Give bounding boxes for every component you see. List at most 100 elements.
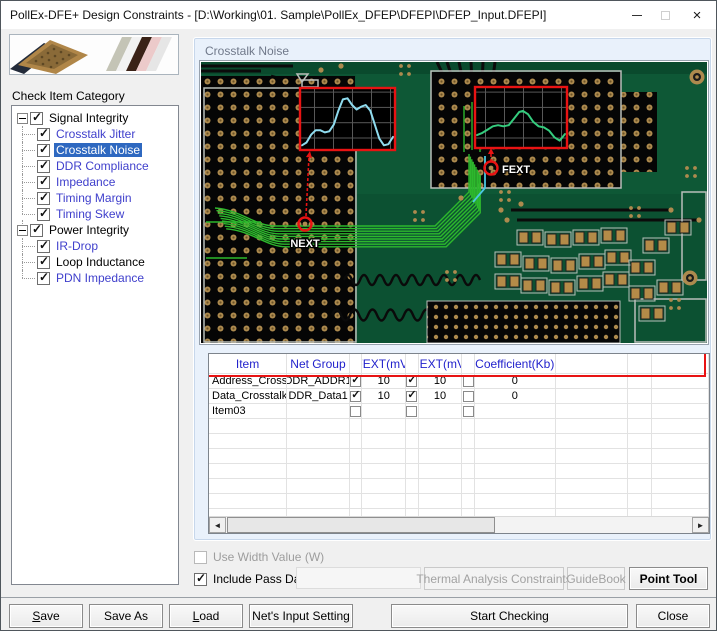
tree-checkbox[interactable]: ✓ xyxy=(37,160,50,173)
table-cell[interactable] xyxy=(652,479,709,494)
table-cell[interactable] xyxy=(652,389,709,404)
table-cell[interactable]: 10 xyxy=(362,374,406,389)
table-cell[interactable] xyxy=(350,419,362,434)
table-cell[interactable] xyxy=(475,449,556,464)
tree-checkbox[interactable]: ✓ xyxy=(30,224,43,237)
table-checkbox[interactable]: ✓ xyxy=(350,376,361,387)
table-cell[interactable] xyxy=(462,374,474,389)
table-cell[interactable] xyxy=(652,374,709,389)
table-cell[interactable] xyxy=(362,464,406,479)
nets-input-setting-button[interactable]: Net's Input Setting xyxy=(249,604,353,628)
table-cell[interactable] xyxy=(419,494,463,509)
table-cell[interactable] xyxy=(556,419,628,434)
table-cell[interactable] xyxy=(652,419,709,434)
tree-item-signal-integrity[interactable]: ✓Signal Integrity xyxy=(12,110,178,126)
table-cell[interactable] xyxy=(628,404,652,419)
table-cell[interactable] xyxy=(628,479,652,494)
table-checkbox[interactable] xyxy=(463,376,474,387)
table-cell[interactable] xyxy=(652,494,709,509)
table-cell[interactable] xyxy=(350,434,362,449)
table-cell[interactable] xyxy=(362,404,406,419)
table-cell[interactable] xyxy=(556,494,628,509)
include-pass-data-checkbox[interactable]: ✓ xyxy=(194,573,207,586)
tree-checkbox[interactable]: ✓ xyxy=(37,192,50,205)
table-checkbox[interactable]: ✓ xyxy=(406,376,417,387)
table-cell[interactable] xyxy=(419,404,463,419)
table-cell[interactable] xyxy=(556,449,628,464)
table-cell[interactable] xyxy=(287,434,350,449)
table-cell[interactable] xyxy=(287,419,350,434)
table-cell[interactable] xyxy=(287,479,350,494)
table-cell[interactable] xyxy=(406,419,418,434)
tree-checkbox[interactable]: ✓ xyxy=(30,112,43,125)
table-cell[interactable] xyxy=(652,434,709,449)
table-cell[interactable] xyxy=(475,479,556,494)
table-cell[interactable]: 10 xyxy=(419,374,463,389)
table-cell[interactable] xyxy=(475,434,556,449)
table-cell[interactable] xyxy=(652,404,709,419)
table-cell[interactable] xyxy=(628,389,652,404)
table-cell[interactable]: Data_Crosstalk xyxy=(209,389,287,404)
table-cell[interactable] xyxy=(350,449,362,464)
tree-item-crosstalk-noise[interactable]: ✓Crosstalk Noise xyxy=(12,142,178,158)
table-checkbox[interactable]: ✓ xyxy=(350,391,361,402)
table-cell[interactable] xyxy=(419,479,463,494)
table-cell[interactable] xyxy=(628,374,652,389)
tree-checkbox[interactable]: ✓ xyxy=(37,208,50,221)
tree-item-timing-margin[interactable]: ✓Timing Margin xyxy=(12,190,178,206)
table-cell[interactable]: ✓ xyxy=(350,374,362,389)
table-cell[interactable] xyxy=(556,479,628,494)
table-cell[interactable]: DDR_Data1 xyxy=(287,389,350,404)
start-checking-button[interactable]: Start Checking xyxy=(391,604,628,628)
table-cell[interactable] xyxy=(362,494,406,509)
table-cell[interactable] xyxy=(362,419,406,434)
table-cell[interactable] xyxy=(350,464,362,479)
table-cell[interactable] xyxy=(287,464,350,479)
table-cell[interactable] xyxy=(475,419,556,434)
tree-item-timing-skew[interactable]: ✓Timing Skew xyxy=(12,206,178,222)
scrollbar-thumb[interactable] xyxy=(227,517,495,533)
tree-item-power-integrity[interactable]: ✓Power Integrity xyxy=(12,222,178,238)
scroll-right-button[interactable]: ► xyxy=(692,517,709,533)
table-cell[interactable]: Address_Crossta xyxy=(209,374,287,389)
table-cell[interactable] xyxy=(350,479,362,494)
table-cell[interactable] xyxy=(462,494,474,509)
table-cell[interactable]: 0 xyxy=(475,389,556,404)
table-cell[interactable] xyxy=(556,404,628,419)
table-cell[interactable] xyxy=(556,374,628,389)
tree-checkbox[interactable]: ✓ xyxy=(37,176,50,189)
tree-expand-icon[interactable] xyxy=(17,113,28,124)
table-cell[interactable] xyxy=(362,449,406,464)
tree-checkbox[interactable]: ✓ xyxy=(37,256,50,269)
table-cell[interactable] xyxy=(556,389,628,404)
table-cell[interactable] xyxy=(462,419,474,434)
table-cell[interactable]: 10 xyxy=(362,389,406,404)
table-cell[interactable] xyxy=(209,494,287,509)
table-cell[interactable] xyxy=(628,449,652,464)
table-checkbox[interactable]: ✓ xyxy=(406,391,417,402)
tree-item-crosstalk-jitter[interactable]: ✓Crosstalk Jitter xyxy=(12,126,178,142)
table-cell[interactable] xyxy=(462,404,474,419)
table-cell[interactable] xyxy=(406,494,418,509)
close-button[interactable]: Close xyxy=(636,604,710,628)
table-cell[interactable]: 10 xyxy=(419,389,463,404)
table-cell[interactable] xyxy=(628,434,652,449)
table-cell[interactable] xyxy=(287,449,350,464)
point-tool-button[interactable]: Point Tool xyxy=(629,567,708,590)
tree-expand-icon[interactable] xyxy=(17,225,28,236)
tree-checkbox[interactable]: ✓ xyxy=(37,240,50,253)
table-cell[interactable] xyxy=(475,464,556,479)
table-cell[interactable] xyxy=(462,464,474,479)
table-cell[interactable] xyxy=(350,494,362,509)
table-cell[interactable]: DDR_ADDR1 xyxy=(287,374,350,389)
table-cell[interactable]: ✓ xyxy=(350,389,362,404)
tree-item-ddr-compliance[interactable]: ✓DDR Compliance xyxy=(12,158,178,174)
tree-item-ir-drop[interactable]: ✓IR-Drop xyxy=(12,238,178,254)
table-cell[interactable] xyxy=(209,464,287,479)
load-button[interactable]: Load xyxy=(169,604,243,628)
table-cell[interactable] xyxy=(462,479,474,494)
table-cell[interactable] xyxy=(652,464,709,479)
table-cell[interactable]: 0 xyxy=(475,374,556,389)
scroll-left-button[interactable]: ◄ xyxy=(209,517,226,533)
table-cell[interactable] xyxy=(209,419,287,434)
